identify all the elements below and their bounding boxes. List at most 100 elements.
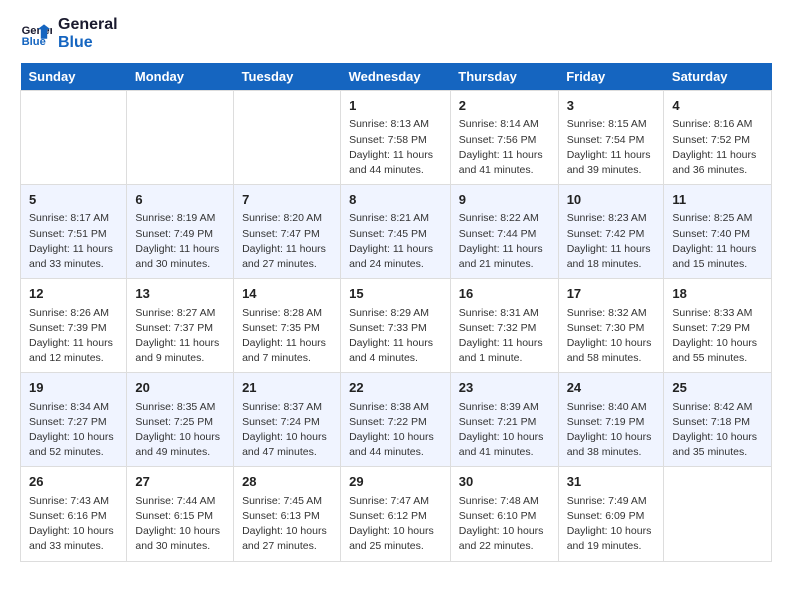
- calendar-header-row: SundayMondayTuesdayWednesdayThursdayFrid…: [21, 63, 772, 91]
- calendar-cell: 26 Sunrise: 7:43 AM Sunset: 6:16 PM Dayli…: [21, 467, 127, 561]
- calendar-cell: 4Sunrise: 8:16 AM Sunset: 7:52 PM Daylig…: [664, 91, 772, 185]
- calendar-cell: 27 Sunrise: 7:44 AM Sunset: 6:15 PM Dayli…: [127, 467, 234, 561]
- day-info: Sunrise: 8:17 AM Sunset: 7:51 PM Dayligh…: [29, 211, 118, 272]
- col-header-saturday: Saturday: [664, 63, 772, 91]
- day-info: Sunrise: 8:28 AM Sunset: 7:35 PM Dayligh…: [242, 306, 332, 367]
- day-info: Sunrise: 7:47 AM Sunset: 6:12 PM Dayligh…: [349, 494, 442, 555]
- day-info: Sunrise: 8:32 AM Sunset: 7:30 PM Dayligh…: [567, 306, 656, 367]
- day-number: 11: [672, 191, 763, 209]
- calendar-cell: 1Sunrise: 8:13 AM Sunset: 7:58 PM Daylig…: [341, 91, 451, 185]
- day-number: 18: [672, 285, 763, 303]
- day-number: 19: [29, 379, 118, 397]
- day-number: 27: [135, 473, 225, 491]
- week-row-0: 1Sunrise: 8:13 AM Sunset: 7:58 PM Daylig…: [21, 91, 772, 185]
- week-row-4: 26 Sunrise: 7:43 AM Sunset: 6:16 PM Dayli…: [21, 467, 772, 561]
- col-header-tuesday: Tuesday: [234, 63, 341, 91]
- day-number: 14: [242, 285, 332, 303]
- calendar-cell: 20Sunrise: 8:35 AM Sunset: 7:25 PM Dayli…: [127, 373, 234, 467]
- day-number: 8: [349, 191, 442, 209]
- day-info: Sunrise: 8:38 AM Sunset: 7:22 PM Dayligh…: [349, 400, 442, 461]
- calendar-cell: 12Sunrise: 8:26 AM Sunset: 7:39 PM Dayli…: [21, 279, 127, 373]
- calendar-cell: 17 Sunrise: 8:32 AM Sunset: 7:30 PM Dayli…: [558, 279, 664, 373]
- day-info: Sunrise: 7:44 AM Sunset: 6:15 PM Dayligh…: [135, 494, 225, 555]
- calendar-cell: 16Sunrise: 8:31 AM Sunset: 7:32 PM Dayli…: [450, 279, 558, 373]
- svg-text:General: General: [22, 25, 52, 37]
- day-number: 22: [349, 379, 442, 397]
- day-info: Sunrise: 8:29 AM Sunset: 7:33 PM Dayligh…: [349, 306, 442, 367]
- day-info: Sunrise: 8:15 AM Sunset: 7:54 PM Dayligh…: [567, 117, 656, 178]
- col-header-thursday: Thursday: [450, 63, 558, 91]
- day-info: Sunrise: 8:14 AM Sunset: 7:56 PM Dayligh…: [459, 117, 550, 178]
- day-number: 24: [567, 379, 656, 397]
- calendar-cell: 7Sunrise: 8:20 AM Sunset: 7:47 PM Daylig…: [234, 185, 341, 279]
- day-info: Sunrise: 8:42 AM Sunset: 7:18 PM Dayligh…: [672, 400, 763, 461]
- col-header-monday: Monday: [127, 63, 234, 91]
- day-number: 25: [672, 379, 763, 397]
- day-number: 28: [242, 473, 332, 491]
- day-info: Sunrise: 8:27 AM Sunset: 7:37 PM Dayligh…: [135, 306, 225, 367]
- calendar-cell: 6 Sunrise: 8:19 AM Sunset: 7:49 PM Daylig…: [127, 185, 234, 279]
- calendar-cell: 30 Sunrise: 7:48 AM Sunset: 6:10 PM Dayli…: [450, 467, 558, 561]
- day-info: Sunrise: 8:39 AM Sunset: 7:21 PM Dayligh…: [459, 400, 550, 461]
- day-number: 15: [349, 285, 442, 303]
- col-header-friday: Friday: [558, 63, 664, 91]
- day-info: Sunrise: 8:19 AM Sunset: 7:49 PM Dayligh…: [135, 211, 225, 272]
- day-info: Sunrise: 8:40 AM Sunset: 7:19 PM Dayligh…: [567, 400, 656, 461]
- week-row-1: 5Sunrise: 8:17 AM Sunset: 7:51 PM Daylig…: [21, 185, 772, 279]
- calendar-cell: 15 Sunrise: 8:29 AM Sunset: 7:33 PM Dayli…: [341, 279, 451, 373]
- day-info: Sunrise: 7:43 AM Sunset: 6:16 PM Dayligh…: [29, 494, 118, 555]
- calendar-cell: 2 Sunrise: 8:14 AM Sunset: 7:56 PM Daylig…: [450, 91, 558, 185]
- day-info: Sunrise: 8:25 AM Sunset: 7:40 PM Dayligh…: [672, 211, 763, 272]
- day-number: 6: [135, 191, 225, 209]
- day-number: 21: [242, 379, 332, 397]
- calendar-cell: [127, 91, 234, 185]
- day-info: Sunrise: 8:22 AM Sunset: 7:44 PM Dayligh…: [459, 211, 550, 272]
- day-info: Sunrise: 7:48 AM Sunset: 6:10 PM Dayligh…: [459, 494, 550, 555]
- day-info: Sunrise: 8:34 AM Sunset: 7:27 PM Dayligh…: [29, 400, 118, 461]
- day-number: 31: [567, 473, 656, 491]
- day-number: 2: [459, 97, 550, 115]
- header: General Blue General Blue: [20, 16, 772, 51]
- day-info: Sunrise: 8:23 AM Sunset: 7:42 PM Dayligh…: [567, 211, 656, 272]
- day-number: 10: [567, 191, 656, 209]
- day-number: 7: [242, 191, 332, 209]
- calendar-cell: 25 Sunrise: 8:42 AM Sunset: 7:18 PM Dayli…: [664, 373, 772, 467]
- day-info: Sunrise: 8:33 AM Sunset: 7:29 PM Dayligh…: [672, 306, 763, 367]
- day-number: 17: [567, 285, 656, 303]
- calendar-table: SundayMondayTuesdayWednesdayThursdayFrid…: [20, 63, 772, 561]
- calendar-cell: [21, 91, 127, 185]
- calendar-cell: 5Sunrise: 8:17 AM Sunset: 7:51 PM Daylig…: [21, 185, 127, 279]
- calendar-cell: 21Sunrise: 8:37 AM Sunset: 7:24 PM Dayli…: [234, 373, 341, 467]
- page: General Blue General Blue SundayMondayTu…: [0, 0, 792, 612]
- calendar-cell: 18 Sunrise: 8:33 AM Sunset: 7:29 PM Dayli…: [664, 279, 772, 373]
- calendar-cell: 23Sunrise: 8:39 AM Sunset: 7:21 PM Dayli…: [450, 373, 558, 467]
- logo-general: General: [58, 16, 118, 34]
- logo-blue: Blue: [58, 34, 118, 52]
- calendar-cell: 13 Sunrise: 8:27 AM Sunset: 7:37 PM Dayli…: [127, 279, 234, 373]
- calendar-cell: 19 Sunrise: 8:34 AM Sunset: 7:27 PM Dayli…: [21, 373, 127, 467]
- day-info: Sunrise: 7:49 AM Sunset: 6:09 PM Dayligh…: [567, 494, 656, 555]
- day-number: 13: [135, 285, 225, 303]
- day-number: 26: [29, 473, 118, 491]
- day-number: 9: [459, 191, 550, 209]
- calendar-cell: 29Sunrise: 7:47 AM Sunset: 6:12 PM Dayli…: [341, 467, 451, 561]
- day-info: Sunrise: 8:16 AM Sunset: 7:52 PM Dayligh…: [672, 117, 763, 178]
- calendar-cell: 10 Sunrise: 8:23 AM Sunset: 7:42 PM Dayli…: [558, 185, 664, 279]
- calendar-cell: [664, 467, 772, 561]
- col-header-sunday: Sunday: [21, 63, 127, 91]
- calendar-cell: [234, 91, 341, 185]
- calendar-cell: 11 Sunrise: 8:25 AM Sunset: 7:40 PM Dayli…: [664, 185, 772, 279]
- day-number: 16: [459, 285, 550, 303]
- day-number: 3: [567, 97, 656, 115]
- calendar-cell: 31 Sunrise: 7:49 AM Sunset: 6:09 PM Dayli…: [558, 467, 664, 561]
- calendar-cell: 3 Sunrise: 8:15 AM Sunset: 7:54 PM Daylig…: [558, 91, 664, 185]
- day-info: Sunrise: 8:35 AM Sunset: 7:25 PM Dayligh…: [135, 400, 225, 461]
- day-info: Sunrise: 7:45 AM Sunset: 6:13 PM Dayligh…: [242, 494, 332, 555]
- day-number: 1: [349, 97, 442, 115]
- day-number: 30: [459, 473, 550, 491]
- logo-icon: General Blue: [20, 18, 52, 50]
- day-number: 12: [29, 285, 118, 303]
- calendar-cell: 22 Sunrise: 8:38 AM Sunset: 7:22 PM Dayli…: [341, 373, 451, 467]
- week-row-3: 19 Sunrise: 8:34 AM Sunset: 7:27 PM Dayli…: [21, 373, 772, 467]
- calendar-cell: 8Sunrise: 8:21 AM Sunset: 7:45 PM Daylig…: [341, 185, 451, 279]
